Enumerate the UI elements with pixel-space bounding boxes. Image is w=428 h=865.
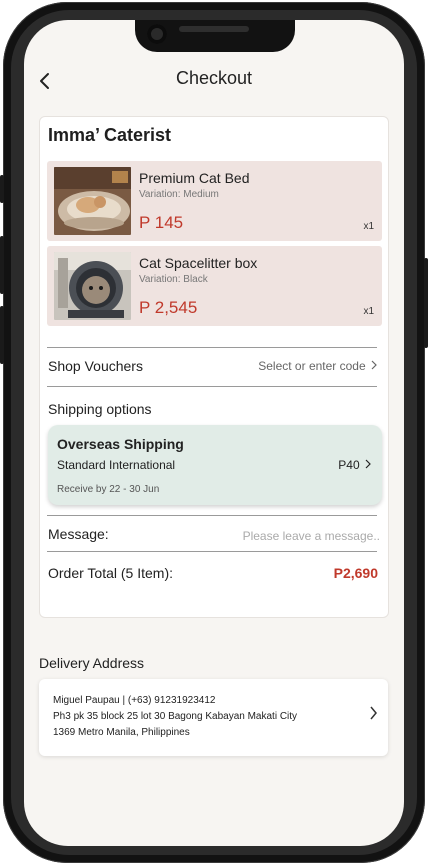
page-title: Checkout: [175, 68, 253, 88]
phone-side-button: [0, 175, 4, 203]
select-voucher-button[interactable]: Select or enter code: [258, 359, 378, 373]
chevron-right-icon: [370, 706, 377, 720]
app-screen: Checkout Imma’ Caterist Premium Cat Bed …: [24, 20, 404, 846]
phone-volume-down: [0, 306, 4, 364]
shipping-receive-date: Receive by 22 - 30 Jun: [57, 484, 160, 495]
delivery-address-title: Delivery Address: [39, 655, 145, 671]
shop-vouchers-label: Shop Vouchers: [48, 358, 143, 374]
cat-litter-box-photo: [54, 252, 131, 320]
phone-volume-up: [0, 236, 4, 294]
shop-name: Imma’ Caterist: [48, 125, 172, 145]
shipping-title: Overseas Shipping: [57, 436, 184, 452]
divider: [47, 515, 377, 516]
item-variation: Variation: Medium: [139, 189, 219, 200]
shipping-options-label: Shipping options: [48, 401, 152, 417]
item-quantity: x1: [363, 221, 374, 232]
delivery-address-card[interactable]: Miguel Paupau | (+63) 91231923412 Ph3 pk…: [39, 679, 388, 756]
divider: [47, 347, 377, 348]
shipping-price-value: P40: [338, 458, 360, 472]
message-input[interactable]: [200, 527, 380, 545]
cat-bed-photo: [54, 167, 131, 235]
front-camera: [147, 24, 167, 44]
shop-order-card: Imma’ Caterist Premium Cat Bed Variation…: [39, 116, 389, 618]
order-total-label: Order Total (5 Item):: [48, 565, 174, 581]
item-name: Premium Cat Bed: [139, 170, 250, 186]
address-city: 1369 Metro Manila, Philippines: [53, 727, 190, 738]
chevron-right-icon: [365, 459, 371, 469]
address-street: Ph3 pk 35 block 25 lot 30 Bagong Kabayan…: [53, 711, 298, 722]
message-label: Message:: [48, 526, 109, 542]
divider: [47, 386, 377, 387]
shipping-method: Standard International: [57, 458, 176, 472]
phone-notch: [135, 20, 295, 52]
order-total-value: P2,690: [333, 565, 378, 581]
item-name: Cat Spacelitter box: [139, 255, 258, 271]
cart-item[interactable]: Cat Spacelitter box Variation: Black P 2…: [47, 246, 382, 326]
item-price: P 145: [139, 213, 184, 232]
chevron-right-icon: [371, 360, 377, 370]
divider: [47, 551, 377, 552]
item-quantity: x1: [363, 306, 374, 317]
shipping-option-card[interactable]: Overseas Shipping Standard International…: [48, 425, 382, 505]
item-price: P 2,545: [139, 298, 198, 317]
address-name-phone: Miguel Paupau | (+63) 91231923412: [53, 695, 216, 706]
item-variation: Variation: Black: [139, 274, 208, 285]
select-voucher-label: Select or enter code: [258, 359, 366, 373]
phone-power-button: [424, 258, 428, 348]
cart-item[interactable]: Premium Cat Bed Variation: Medium P 145 …: [47, 161, 382, 241]
earpiece-speaker: [179, 26, 249, 32]
shipping-price: P40: [338, 458, 372, 472]
